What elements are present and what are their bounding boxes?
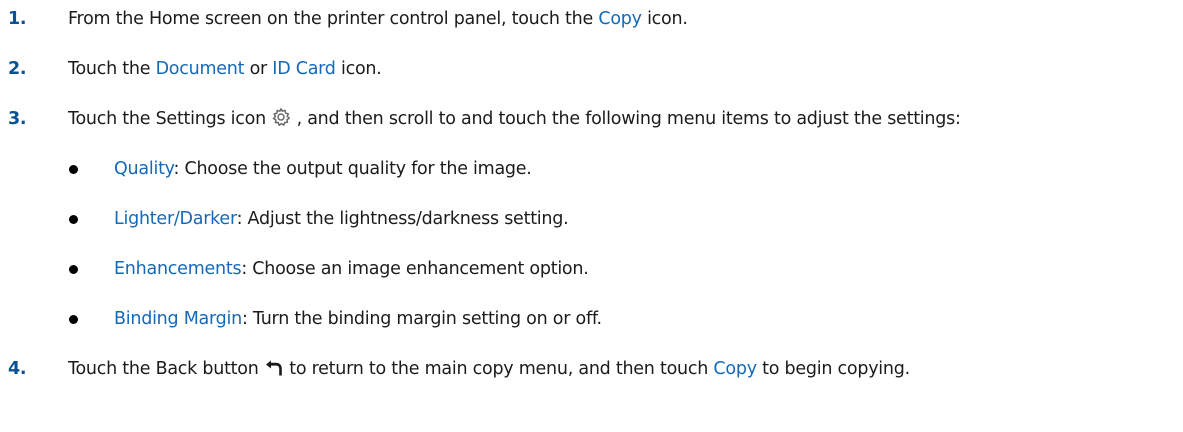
setting-description: : Adjust the lightness/darkness setting. (236, 209, 569, 229)
enhancements-link[interactable]: Enhancements (114, 259, 242, 279)
bullet-icon (69, 265, 78, 274)
binding-margin-link[interactable]: Binding Margin (114, 309, 242, 329)
step-number: 4. (8, 359, 27, 379)
setting-description: : Choose the output quality for the imag… (173, 159, 532, 179)
bullet-icon (69, 215, 78, 224)
setting-text: Quality: Choose the output quality for t… (114, 156, 532, 182)
step-text-before: Touch the Settings icon (68, 109, 272, 129)
step-text: Touch the Document or ID Card icon. (68, 56, 382, 82)
bullet-icon (69, 315, 78, 324)
setting-text: Lighter/Darker: Adjust the lightness/dar… (114, 206, 569, 232)
step-text: Touch the Back button to return to the m… (68, 356, 910, 385)
setting-text: Binding Margin: Turn the binding margin … (114, 306, 602, 332)
step-number: 3. (8, 109, 27, 129)
step-number: 2. (8, 59, 27, 79)
document-link[interactable]: Document (156, 59, 245, 79)
step-number: 1. (8, 9, 27, 29)
gear-icon (271, 107, 291, 135)
step-text-after: to begin copying. (756, 359, 910, 379)
back-arrow-icon (264, 359, 284, 385)
setting-description: : Choose an image enhancement option. (241, 259, 589, 279)
lighter-darker-link[interactable]: Lighter/Darker (114, 209, 237, 229)
step-text-before: Touch the Back button (68, 359, 264, 379)
copy-link[interactable]: Copy (598, 9, 642, 29)
quality-link[interactable]: Quality (114, 159, 174, 179)
bullet-icon (69, 165, 78, 174)
step-text-after: icon. (335, 59, 382, 79)
step-text-middle: to return to the main copy menu, and the… (283, 359, 714, 379)
copy-link[interactable]: Copy (713, 359, 757, 379)
id-card-link[interactable]: ID Card (272, 59, 336, 79)
setting-description: : Turn the binding margin setting on or … (241, 309, 602, 329)
step-text: From the Home screen on the printer cont… (68, 6, 688, 32)
step-text: Touch the Settings icon , and then scrol… (68, 106, 961, 135)
step-text-before: From the Home screen on the printer cont… (68, 9, 599, 29)
setting-text: Enhancements: Choose an image enhancemen… (114, 256, 589, 282)
step-text-before: Touch the (68, 59, 156, 79)
step-text-after: , and then scroll to and touch the follo… (291, 109, 961, 129)
step-text-middle: or (244, 59, 273, 79)
step-text-after: icon. (641, 9, 688, 29)
